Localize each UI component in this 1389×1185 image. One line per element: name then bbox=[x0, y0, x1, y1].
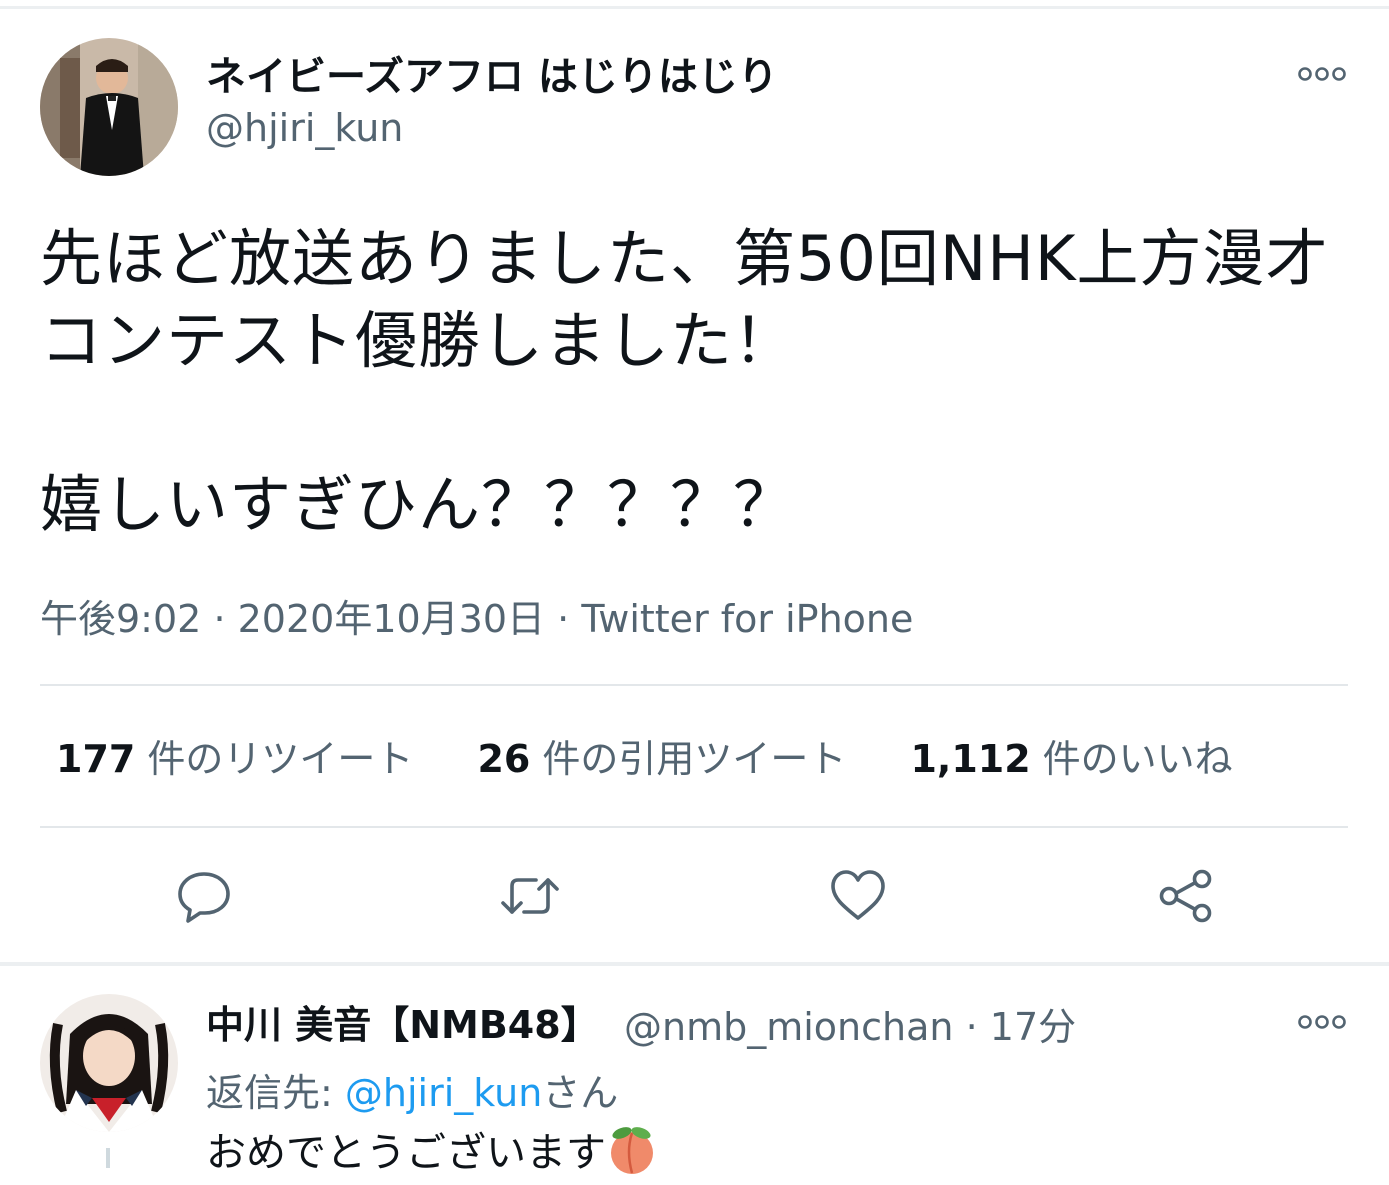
section-divider bbox=[0, 962, 1389, 966]
reply-author-meta: @nmb_mionchan · 17分 bbox=[624, 996, 1076, 1051]
reply-more-options-icon[interactable] bbox=[1298, 1012, 1346, 1032]
peach-icon bbox=[606, 1125, 658, 1185]
more-options-icon[interactable] bbox=[1298, 64, 1346, 84]
heart-icon bbox=[831, 870, 885, 920]
retweet-icon bbox=[501, 878, 559, 914]
tweet-time[interactable]: 午後9:02 bbox=[40, 597, 201, 641]
like-button[interactable] bbox=[828, 866, 888, 926]
reply-text-body: おめでとうございます bbox=[206, 1130, 606, 1176]
share-button[interactable] bbox=[1156, 866, 1216, 926]
share-icon bbox=[1159, 869, 1212, 923]
likes-label: 件のいいね bbox=[1042, 737, 1233, 781]
tweet-date[interactable]: 2020年10月30日 bbox=[238, 597, 545, 641]
retweets-label: 件のリツイート bbox=[147, 737, 414, 781]
author-handle[interactable]: @hjiri_kun bbox=[206, 106, 403, 150]
author-avatar[interactable] bbox=[40, 38, 178, 176]
tweet-meta: 午後9:02 · 2020年10月30日 · Twitter for iPhon… bbox=[40, 588, 913, 643]
thread-line bbox=[106, 1148, 110, 1168]
quotes-count: 26 bbox=[477, 737, 531, 781]
reply-author-handle[interactable]: @nmb_mionchan bbox=[624, 1005, 953, 1049]
meta-separator: · bbox=[965, 1005, 978, 1049]
top-divider bbox=[0, 6, 1389, 9]
retweets-count: 177 bbox=[56, 737, 136, 781]
retweets-stat[interactable]: 177 件のリツイート bbox=[56, 728, 413, 783]
tweet-text-line: 先ほど放送ありました、第50回NHK上方漫才 bbox=[40, 222, 1329, 295]
author-name[interactable]: ネイビーズアフロ はじりはじり bbox=[206, 44, 778, 102]
reply-author-avatar[interactable] bbox=[40, 994, 178, 1132]
divider bbox=[40, 684, 1348, 686]
likes-stat[interactable]: 1,112 件のいいね bbox=[910, 728, 1232, 783]
replying-to: 返信先: @hjiri_kunさん bbox=[206, 1062, 618, 1117]
replying-to-suffix: さん bbox=[542, 1071, 619, 1115]
likes-count: 1,112 bbox=[910, 737, 1031, 781]
divider bbox=[40, 826, 1348, 828]
meta-separator: · bbox=[557, 597, 570, 641]
reply-author-name[interactable]: 中川 美音【NMB48】 bbox=[206, 994, 599, 1049]
replying-to-mention[interactable]: @hjiri_kun bbox=[345, 1071, 542, 1115]
retweet-button[interactable] bbox=[500, 866, 560, 926]
quotes-label: 件の引用ツイート bbox=[542, 737, 847, 781]
reply-time[interactable]: 17分 bbox=[990, 1005, 1076, 1049]
tweet-text: 先ほど放送ありました、第50回NHK上方漫才 コンテスト優勝しました！ 嬉しいす… bbox=[40, 218, 1360, 546]
meta-separator: · bbox=[213, 597, 226, 641]
engagement-stats: 177 件のリツイート 26 件の引用ツイート 1,112 件のいいね bbox=[56, 728, 1285, 783]
quotes-stat[interactable]: 26 件の引用ツイート bbox=[477, 728, 846, 783]
reply-button[interactable] bbox=[174, 866, 234, 926]
tweet-text-line: 嬉しいすぎひん？？？？？ bbox=[40, 468, 797, 541]
tweet-text-line: コンテスト優勝しました！ bbox=[40, 304, 797, 377]
tweet-text-spacer bbox=[40, 382, 1360, 464]
tweet-source[interactable]: Twitter for iPhone bbox=[581, 597, 913, 641]
reply-icon bbox=[178, 872, 230, 923]
replying-to-prefix: 返信先: bbox=[206, 1071, 345, 1115]
reply-text: おめでとうございます bbox=[206, 1120, 658, 1185]
